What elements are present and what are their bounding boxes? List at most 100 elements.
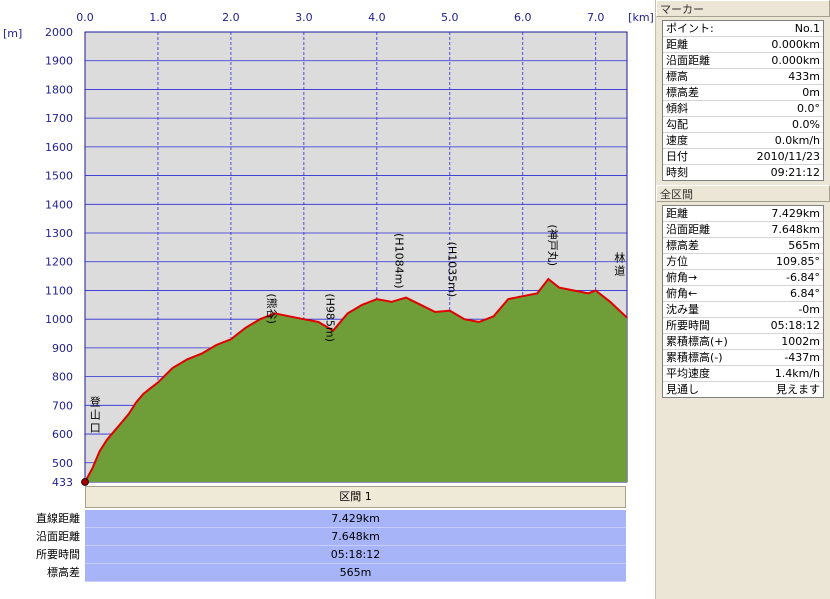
all-sections-value: 109.85° <box>776 255 820 268</box>
y-tick-label: 2000 <box>45 26 73 39</box>
all-sections-value: 見えます <box>776 383 820 396</box>
marker-key: 時刻 <box>666 166 688 179</box>
all-sections-key: 方位 <box>666 255 688 268</box>
all-sections-value: 7.648km <box>771 223 820 236</box>
all-sections-value: 6.84° <box>790 287 820 300</box>
x-tick-label: 6.0 <box>514 11 532 24</box>
waypoint-label: (H985m) <box>323 293 336 342</box>
waypoint-label: (神戸丸) <box>546 224 560 266</box>
marker-value: 09:21:12 <box>770 166 820 179</box>
y-tick-label: 1500 <box>45 170 73 183</box>
x-tick-label: 7.0 <box>587 11 605 24</box>
y-tick-label: 1300 <box>45 227 73 240</box>
marker-row: 沿面距離 0.000km <box>663 53 823 69</box>
all-sections-row: 累積標高(-) -437m <box>663 350 823 366</box>
marker-panel-title[interactable]: マーカー <box>656 0 830 17</box>
all-sections-value: 1002m <box>781 335 820 348</box>
marker-row: 勾配 0.0% <box>663 117 823 133</box>
y-tick-label: 700 <box>52 399 73 412</box>
y-tick-label: 1900 <box>45 55 73 68</box>
marker-key: 傾斜 <box>666 102 688 115</box>
all-sections-row: 平均速度 1.4km/h <box>663 366 823 382</box>
waypoint-label-char: 道 <box>614 264 625 278</box>
waypoint-label: (H1035m) <box>445 242 458 298</box>
y-tick-label: 800 <box>52 371 73 384</box>
marker-row: ポイント: No.1 <box>663 21 823 37</box>
marker-key: 速度 <box>666 134 688 147</box>
summary-row: 沿面距離 7.648km <box>0 528 627 546</box>
waypoint-label-char: 林 <box>614 251 625 265</box>
section-summary: 直線距離 7.429km 沿面距離 7.648km 所要時間 05:18:12 … <box>0 510 627 582</box>
summary-label: 沿面距離 <box>36 530 80 543</box>
x-tick-label: 0.0 <box>76 11 94 24</box>
x-tick-label: 3.0 <box>295 11 313 24</box>
waypoint-label-char: 山 <box>90 408 101 421</box>
all-sections-row: 標高差 565m <box>663 238 823 254</box>
summary-row: 直線距離 7.429km <box>0 510 627 528</box>
marker-row: 日付 2010/11/23 <box>663 149 823 165</box>
summary-label: 直線距離 <box>36 512 80 525</box>
summary-value: 7.648km <box>85 528 626 546</box>
all-sections-value: -437m <box>784 351 820 364</box>
y-tick-label: 1600 <box>45 141 73 154</box>
all-sections-row: 所要時間 05:18:12 <box>663 318 823 334</box>
all-sections-key: 俯角← <box>666 287 698 300</box>
x-tick-label: 1.0 <box>149 11 167 24</box>
info-sidebar: マーカー ポイント: No.1 距離 0.000km 沿面距離 0.000km 標高 4… <box>655 0 830 599</box>
all-sections-row: 見通し 見えます <box>663 382 823 397</box>
all-sections-value: 1.4km/h <box>774 367 820 380</box>
all-sections-row: 距離 7.429km <box>663 206 823 222</box>
all-sections-row: 沿面距離 7.648km <box>663 222 823 238</box>
summary-row: 所要時間 05:18:12 <box>0 546 627 564</box>
all-sections-key: 俯角→ <box>666 271 698 284</box>
summary-value: 05:18:12 <box>85 546 626 564</box>
all-sections-value: -0m <box>798 303 820 316</box>
summary-label: 所要時間 <box>36 548 80 561</box>
marker-table: ポイント: No.1 距離 0.000km 沿面距離 0.000km 標高 433m 標… <box>662 20 824 181</box>
y-tick-label: 500 <box>52 457 73 470</box>
y-tick-label: 1200 <box>45 256 73 269</box>
marker-key: 標高差 <box>666 86 699 99</box>
marker-key: 日付 <box>666 150 688 163</box>
x-axis-unit: [km] <box>628 11 654 24</box>
all-sections-key: 標高差 <box>666 239 699 252</box>
summary-label: 標高差 <box>47 566 80 579</box>
marker-row: 時刻 09:21:12 <box>663 165 823 180</box>
all-sections-row: 累積標高(+) 1002m <box>663 334 823 350</box>
y-axis-unit: [m] <box>3 27 22 40</box>
x-tick-label: 2.0 <box>222 11 240 24</box>
marker-key: ポイント: <box>666 22 714 35</box>
all-sections-key: 累積標高(-) <box>666 351 723 364</box>
all-sections-value: -6.84° <box>786 271 820 284</box>
summary-value: 565m <box>85 564 626 582</box>
elevation-profile-chart[interactable]: 0.0 1.0 2.0 3.0 4.0 5.0 6.0 7.0 [km] 2000 1900 1800… <box>0 0 655 486</box>
marker-value: 2010/11/23 <box>756 150 820 163</box>
y-tick-label: 1700 <box>45 112 73 125</box>
all-sections-value: 7.429km <box>771 207 820 220</box>
marker-value: 0.0km/h <box>774 134 820 147</box>
marker-key: 勾配 <box>666 118 688 131</box>
y-tick-label: 1800 <box>45 83 73 96</box>
marker-row: 速度 0.0km/h <box>663 133 823 149</box>
all-sections-key: 累積標高(+) <box>666 335 728 348</box>
marker-row: 傾斜 0.0° <box>663 101 823 117</box>
y-tick-label: 1100 <box>45 284 73 297</box>
all-sections-value: 05:18:12 <box>770 319 820 332</box>
marker-value: 0.0° <box>797 102 820 115</box>
y-tick-label: 1400 <box>45 198 73 211</box>
all-sections-key: 見通し <box>666 383 699 396</box>
waypoint-label-char: 登 <box>90 394 101 408</box>
marker-row: 距離 0.000km <box>663 37 823 53</box>
y-tick-label: 433 <box>52 476 73 486</box>
marker-row: 標高 433m <box>663 69 823 85</box>
waypoint-label-char: 口 <box>90 421 101 434</box>
all-sections-row: 俯角← 6.84° <box>663 286 823 302</box>
y-tick-label: 600 <box>52 428 73 441</box>
y-tick-label: 1000 <box>45 313 73 326</box>
summary-value: 7.429km <box>85 510 626 528</box>
section-header[interactable]: 区間 1 <box>85 486 626 508</box>
all-sections-panel-title[interactable]: 全区間 <box>656 185 830 202</box>
profile-area: 0.0 1.0 2.0 3.0 4.0 5.0 6.0 7.0 [km] 2000 1900 1800… <box>0 0 655 599</box>
marker-key: 標高 <box>666 70 688 83</box>
marker-key: 沿面距離 <box>666 54 710 67</box>
